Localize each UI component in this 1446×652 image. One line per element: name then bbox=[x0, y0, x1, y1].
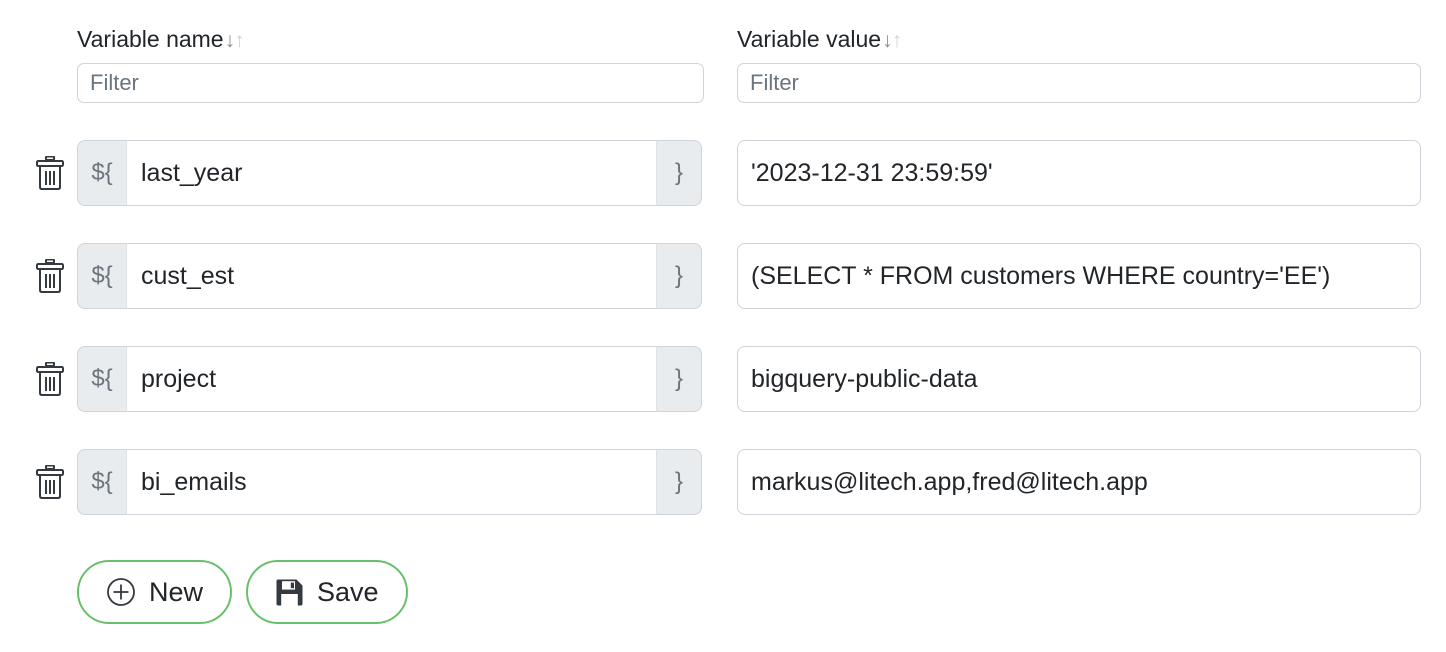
filter-input-variable-name[interactable] bbox=[77, 63, 704, 103]
variable-value-input[interactable] bbox=[737, 140, 1421, 206]
floppy-disk-icon bbox=[275, 578, 304, 607]
variable-suffix-addon: } bbox=[657, 449, 702, 515]
footer-actions: New Save bbox=[77, 560, 408, 624]
table-row: ${ } bbox=[0, 243, 1446, 309]
variable-value-input[interactable] bbox=[737, 346, 1421, 412]
delete-row-button[interactable] bbox=[33, 360, 67, 398]
variable-name-input[interactable] bbox=[126, 346, 657, 412]
filter-input-variable-value[interactable] bbox=[737, 63, 1421, 103]
column-header-variable-name-label: Variable name bbox=[77, 26, 224, 52]
variable-suffix-addon: } bbox=[657, 140, 702, 206]
variable-name-input[interactable] bbox=[126, 140, 657, 206]
variables-editor: Variable name ↓↑ Variable value ↓↑ ${ } bbox=[0, 0, 1446, 652]
column-header-variable-name[interactable]: Variable name ↓↑ bbox=[77, 25, 245, 55]
variable-prefix-addon: ${ bbox=[77, 140, 126, 206]
trash-icon bbox=[36, 259, 64, 293]
column-header-variable-value-label: Variable value bbox=[737, 26, 882, 52]
delete-row-button[interactable] bbox=[33, 463, 67, 501]
new-button[interactable]: New bbox=[77, 560, 233, 624]
variable-value-input[interactable] bbox=[737, 449, 1421, 515]
variable-name-input-group: ${ } bbox=[77, 140, 702, 206]
table-row: ${ } bbox=[0, 346, 1446, 412]
sort-descending-icon[interactable]: ↓ bbox=[225, 29, 235, 52]
plus-circle-icon bbox=[106, 577, 136, 607]
trash-icon bbox=[36, 362, 64, 396]
variable-prefix-addon: ${ bbox=[77, 449, 126, 515]
trash-icon bbox=[36, 156, 64, 190]
delete-row-button[interactable] bbox=[33, 154, 67, 192]
save-button[interactable]: Save bbox=[246, 560, 408, 624]
variable-suffix-addon: } bbox=[657, 346, 702, 412]
sort-descending-icon[interactable]: ↓ bbox=[882, 29, 892, 52]
sort-ascending-icon[interactable]: ↑ bbox=[892, 29, 902, 52]
table-row: ${ } bbox=[0, 140, 1446, 206]
table-row: ${ } bbox=[0, 449, 1446, 515]
variable-name-input[interactable] bbox=[126, 449, 657, 515]
variable-suffix-addon: } bbox=[657, 243, 702, 309]
variable-name-input-group: ${ } bbox=[77, 346, 702, 412]
variable-name-input[interactable] bbox=[126, 243, 657, 309]
sort-arrows-name[interactable]: ↓↑ bbox=[225, 27, 245, 55]
delete-row-button[interactable] bbox=[33, 257, 67, 295]
sort-arrows-value[interactable]: ↓↑ bbox=[882, 27, 902, 55]
column-header-variable-value[interactable]: Variable value ↓↑ bbox=[737, 25, 902, 55]
variable-value-input[interactable] bbox=[737, 243, 1421, 309]
variable-name-input-group: ${ } bbox=[77, 449, 702, 515]
new-button-label: New bbox=[149, 576, 204, 607]
variable-prefix-addon: ${ bbox=[77, 346, 126, 412]
variable-name-input-group: ${ } bbox=[77, 243, 702, 309]
trash-icon bbox=[36, 465, 64, 499]
variable-prefix-addon: ${ bbox=[77, 243, 126, 309]
save-button-label: Save bbox=[317, 576, 379, 607]
sort-ascending-icon[interactable]: ↑ bbox=[234, 29, 244, 52]
